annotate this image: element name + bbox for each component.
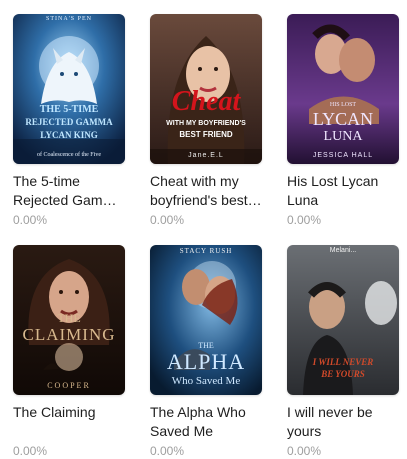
book-title[interactable]: The Claiming	[13, 403, 125, 441]
book-card[interactable]: STINA'S PEN THE 5-TIME REJECTED GAMMA LY…	[13, 14, 125, 228]
cover-art-alpha	[150, 245, 262, 395]
book-title[interactable]: Cheat with my boyfriend's best friend	[150, 172, 262, 210]
book-progress: 0.00%	[150, 444, 185, 458]
book-cover[interactable]: HIS LOST LYCAN LUNA JESSICA HALL	[287, 14, 399, 164]
book-progress: 0.00%	[13, 444, 48, 458]
cover-art-couple	[287, 14, 399, 164]
book-cover[interactable]: THE CLAIMING COOPER	[13, 245, 125, 395]
book-cover[interactable]: STINA'S PEN THE 5-TIME REJECTED GAMMA LY…	[13, 14, 125, 164]
library-grid: STINA'S PEN THE 5-TIME REJECTED GAMMA LY…	[0, 0, 407, 459]
book-title[interactable]: The 5-time Rejected Gamma Lycan King	[13, 172, 125, 210]
book-title[interactable]: I will never be yours	[287, 403, 399, 441]
cover-art-woman-moon	[13, 245, 125, 395]
cover-art-man-wolf	[287, 245, 399, 395]
book-title[interactable]: His Lost Lycan Luna	[287, 172, 399, 210]
book-cover[interactable]: Cheat WITH MY BOYFRIEND'S BEST FRIEND Ja…	[150, 14, 262, 164]
cover-art-portrait	[150, 14, 262, 164]
book-card[interactable]: HIS LOST LYCAN LUNA JESSICA HALL His Los…	[287, 14, 399, 228]
book-card[interactable]: THE CLAIMING COOPER The Claiming 0.00%	[13, 245, 125, 459]
book-cover[interactable]: STACY RUSH THE ALPHA Who Saved Me	[150, 245, 262, 395]
book-card[interactable]: STACY RUSH THE ALPHA Who Saved Me The Al…	[150, 245, 262, 459]
book-cover[interactable]: Melani... I WILL NEVER BE YOURS	[287, 245, 399, 395]
cover-art-wolf	[13, 14, 125, 164]
book-progress: 0.00%	[13, 213, 48, 227]
book-card[interactable]: Melani... I WILL NEVER BE YOURS I will n…	[287, 245, 399, 459]
book-progress: 0.00%	[287, 213, 322, 227]
book-progress: 0.00%	[287, 444, 322, 458]
book-card[interactable]: Cheat WITH MY BOYFRIEND'S BEST FRIEND Ja…	[150, 14, 262, 228]
book-progress: 0.00%	[150, 213, 185, 227]
book-title[interactable]: The Alpha Who Saved Me	[150, 403, 262, 441]
